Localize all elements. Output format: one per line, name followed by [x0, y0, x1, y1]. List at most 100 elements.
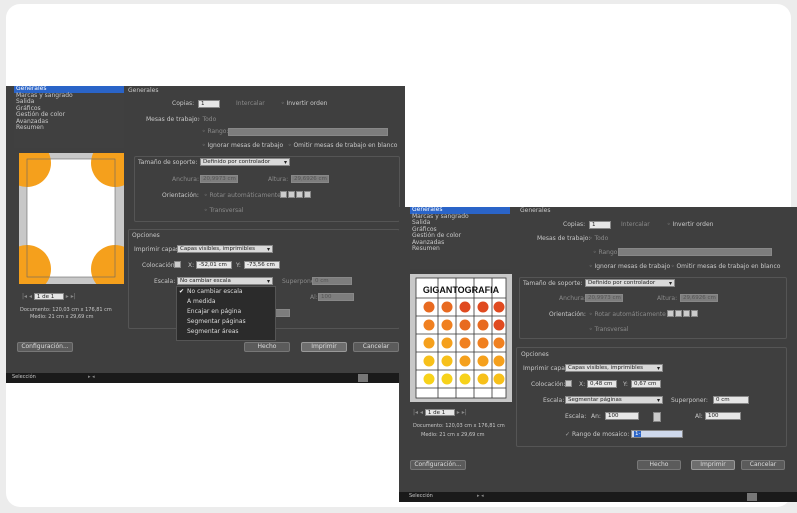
media-info: Medio: 21 cm x 29,69 cm: [421, 432, 485, 438]
menu-item-tile-areas[interactable]: Segmentar áreas: [177, 327, 275, 337]
al-label: Al:: [695, 413, 703, 420]
options-title: Opciones: [132, 232, 160, 239]
scale-dropdown[interactable]: Segmentar páginas: [565, 396, 663, 404]
mosaic-range-checkbox[interactable]: Rango de mosaico:: [565, 431, 629, 438]
placement-grid-icon[interactable]: [174, 261, 181, 268]
auto-rotate-checkbox[interactable]: Rotar automáticamente: [204, 192, 280, 199]
portrait-icon[interactable]: [280, 191, 287, 198]
portrait-icon[interactable]: [667, 310, 674, 317]
menu-item-fit-page[interactable]: Encajar en página: [177, 307, 275, 317]
status-scroll-thumb[interactable]: [358, 374, 368, 382]
al-field[interactable]: 100: [705, 412, 741, 420]
reverse-order-checkbox[interactable]: Invertir orden: [281, 100, 327, 107]
landscape-flipped-icon[interactable]: [304, 191, 311, 198]
print-layers-label: Imprimir capas:: [523, 365, 571, 372]
portrait-flipped-icon[interactable]: [296, 191, 303, 198]
reverse-order-checkbox[interactable]: Invertir orden: [667, 221, 713, 228]
done-button[interactable]: Hecho: [637, 460, 681, 470]
scale-dropdown[interactable]: No cambiar escala: [177, 277, 273, 285]
all-radio[interactable]: Todo: [589, 235, 608, 242]
overlap-field[interactable]: 0 cm: [713, 396, 749, 404]
an-field[interactable]: 100: [605, 412, 639, 420]
config-button[interactable]: Configuración...: [410, 460, 466, 470]
width-field[interactable]: 20,9973 cm: [585, 294, 623, 302]
category-list: Generales Marcas y sangrado Salida Gráfi…: [410, 207, 510, 269]
menu-item-custom[interactable]: A medida: [177, 297, 275, 307]
section-title: Generales: [128, 87, 159, 94]
portrait-flipped-icon[interactable]: [683, 310, 690, 317]
document-info: Documento: 120,03 cm x 176,81 cm: [20, 307, 112, 313]
status-arrows[interactable]: ▸ ◂: [88, 374, 95, 380]
collate-checkbox[interactable]: Intercalar: [236, 100, 265, 107]
print-button[interactable]: Imprimir: [691, 460, 735, 470]
ignore-artboards-radio[interactable]: Ignorar mesas de trabajo: [202, 142, 283, 149]
print-layers-dropdown[interactable]: Capas visibles, imprimibles: [565, 364, 663, 372]
height-field[interactable]: 29,6926 cm: [291, 175, 329, 183]
landscape-icon[interactable]: [675, 310, 682, 317]
ignore-artboards-radio[interactable]: Ignorar mesas de trabajo: [589, 263, 670, 270]
category-item-resumen[interactable]: Resumen: [14, 124, 124, 132]
done-button[interactable]: Hecho: [244, 342, 290, 352]
x-field[interactable]: -52,01 cm: [196, 261, 232, 269]
range-field[interactable]: [618, 248, 772, 256]
y-field[interactable]: 0,67 cm: [631, 380, 661, 388]
menu-item-no-scale[interactable]: No cambiar escala: [177, 287, 275, 297]
auto-rotate-checkbox[interactable]: Rotar automáticamente: [589, 311, 665, 318]
height-label: Altura:: [657, 295, 678, 302]
category-item-resumen[interactable]: Resumen: [410, 245, 510, 253]
y-label: Y:: [236, 262, 241, 269]
media-info: Medio: 21 cm x 29,69 cm: [30, 314, 94, 320]
media-size-dropdown[interactable]: Definido por controlador: [200, 158, 290, 166]
skip-blank-checkbox[interactable]: Omitir mesas de trabajo en blanco: [288, 142, 397, 149]
page-nav-field[interactable]: 1 de 1: [33, 293, 64, 300]
options-title: Opciones: [521, 351, 549, 358]
page-nav[interactable]: |◂ ◂ 1 de 1 ▸ ▸|: [413, 409, 483, 417]
page-nav-field[interactable]: 1 de 1: [424, 409, 455, 416]
orientation-label: Orientación:: [549, 311, 586, 318]
media-size-dropdown[interactable]: Definido por controlador: [585, 279, 675, 287]
landscape-flipped-icon[interactable]: [691, 310, 698, 317]
cancel-button[interactable]: Cancelar: [353, 342, 399, 352]
height-label: Altura:: [268, 176, 289, 183]
copies-label: Copias:: [563, 221, 586, 228]
scale-label: Escala:: [543, 397, 565, 404]
copies-label: Copias:: [172, 100, 195, 107]
x-label: X:: [579, 381, 586, 388]
al-field[interactable]: 100: [318, 293, 354, 301]
scale-menu: No cambiar escala A medida Encajar en pá…: [176, 286, 276, 341]
print-layers-dropdown[interactable]: Capas visibles, imprimibles: [177, 245, 273, 253]
width-label: Anchura:: [559, 295, 586, 302]
status-arrows[interactable]: ▸ ◂: [477, 493, 484, 499]
x-field[interactable]: 0,48 cm: [587, 380, 617, 388]
placement-grid-icon[interactable]: [565, 380, 572, 387]
link-proportions-icon[interactable]: [653, 412, 661, 422]
cancel-button[interactable]: Cancelar: [741, 460, 785, 470]
width-field[interactable]: 20,9973 cm: [200, 175, 238, 183]
status-bar: [6, 373, 405, 383]
all-radio[interactable]: Todo: [197, 116, 216, 123]
copies-field[interactable]: 1: [198, 100, 220, 108]
menu-item-tile-pages[interactable]: Segmentar páginas: [177, 317, 275, 327]
skip-blank-checkbox[interactable]: Omitir mesas de trabajo en blanco: [671, 263, 780, 270]
overlap-field[interactable]: 0 cm: [312, 277, 352, 285]
placement-label: Colocación:: [142, 262, 177, 269]
copies-field[interactable]: 1: [589, 221, 611, 229]
config-button[interactable]: Configuración...: [17, 342, 73, 352]
print-button[interactable]: Imprimir: [301, 342, 347, 352]
landscape-icon[interactable]: [288, 191, 295, 198]
transverse-checkbox[interactable]: Transversal: [589, 326, 628, 333]
y-field[interactable]: -73,56 cm: [244, 261, 280, 269]
orientation-label: Orientación:: [162, 192, 199, 199]
status-scroll-thumb[interactable]: [747, 493, 757, 501]
status-selection[interactable]: Selección: [12, 374, 36, 380]
transverse-checkbox[interactable]: Transversal: [204, 207, 243, 214]
collate-checkbox[interactable]: Intercalar: [621, 221, 650, 228]
status-selection[interactable]: Selección: [409, 493, 433, 499]
range-field[interactable]: [228, 128, 388, 136]
range-radio[interactable]: Rango:: [593, 249, 619, 256]
mosaic-range-field[interactable]: 1-: [631, 430, 683, 438]
width-label: Anchura:: [172, 176, 199, 183]
height-field[interactable]: 29,6926 cm: [680, 294, 718, 302]
page-nav[interactable]: |◂ ◂ 1 de 1 ▸ ▸|: [22, 293, 92, 301]
range-radio[interactable]: Rango:: [202, 128, 228, 135]
